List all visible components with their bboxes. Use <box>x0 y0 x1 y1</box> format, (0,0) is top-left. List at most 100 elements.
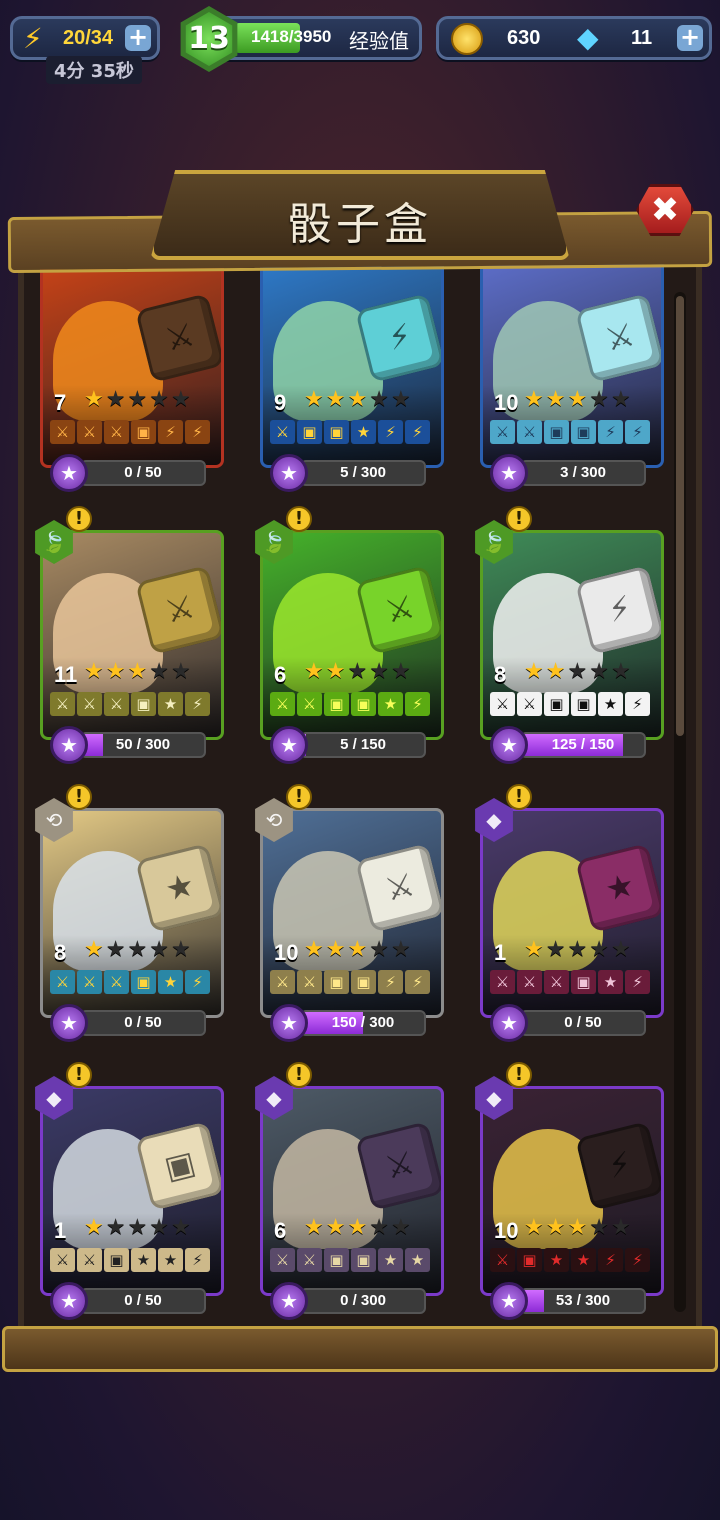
dice-face-icon: ★ <box>598 970 623 994</box>
star-icon: ★ <box>545 937 566 962</box>
card-shard-icon: ★ <box>490 726 528 764</box>
star-icon: ★ <box>149 937 169 962</box>
dice-face-icon: ▣ <box>571 692 596 716</box>
dice-level: 1 <box>54 1218 67 1243</box>
card-progress-text: 125 / 150 <box>551 736 615 753</box>
dice-level: 6 <box>274 662 287 687</box>
dice-face-icon: ⚔ <box>381 1143 419 1187</box>
upgrade-alert-icon: ! <box>506 506 532 532</box>
dice-face-icon: ⚔ <box>490 970 515 994</box>
dice-card[interactable]: ⚔ 6 ★ ★ ★ ★ ★ ⚔ ⚔ ▣ ▣ ★ ★ 0 / 300 ★ ◆! <box>255 1062 444 1326</box>
star-icon: ★ <box>127 387 148 412</box>
dice-face-icon: ▣ <box>544 420 569 444</box>
upgrade-alert-icon: ! <box>286 1062 312 1088</box>
star-icon: ★ <box>589 937 609 962</box>
star-icon: ★ <box>347 937 368 962</box>
dice-faces: ⚔ ⚔ ⚔ ▣ ★ ⚡ <box>490 970 650 994</box>
dice-level: 7 <box>54 390 67 415</box>
dice-card[interactable]: ★ 8 ★ ★ ★ ★ ★ ⚔ ⚔ ⚔ ▣ ★ ⚡ 0 / 50 ★ ⟲! <box>35 784 224 1048</box>
upgrade-alert-icon: ! <box>506 1062 532 1088</box>
star-icon: ★ <box>304 659 324 684</box>
card-progress-text: 0 / 50 <box>124 1014 162 1031</box>
dice-card[interactable]: ⚔ 11 ★ ★ ★ ★ ★ ⚔ ⚔ ⚔ ▣ ★ ⚡ 50 / 300 ★ 🍃! <box>35 506 224 770</box>
dice-card[interactable]: ⚔ 10 ★ ★ ★ ★ ★ ⚔ ⚔ ▣ ▣ ⚡ ⚡ 3 / 300 ★ <box>480 258 664 498</box>
card-shard-icon: ★ <box>270 726 308 764</box>
star-icon: ★ <box>127 937 148 962</box>
dice-face-icon: ⚔ <box>381 865 419 909</box>
dice-face-icon: ⚔ <box>77 420 102 444</box>
dice-face-icon: ⚔ <box>601 315 639 359</box>
dice-face-icon: ★ <box>351 420 376 444</box>
dice-face-icon: ⚡ <box>185 692 210 716</box>
dice-face-icon: ★ <box>161 865 199 909</box>
star-icon: ★ <box>589 659 609 684</box>
dice-face-icon: ▣ <box>324 1248 349 1272</box>
card-progress-text: 0 / 50 <box>564 1014 602 1031</box>
card-progress-bar: 0 / 50 <box>80 460 206 486</box>
star-rating: ★ ★ ★ ★ ★ <box>84 1216 191 1240</box>
star-rating: ★ ★ ★ ★ ★ <box>524 660 631 684</box>
footer-board <box>2 1326 718 1372</box>
star-icon: ★ <box>524 387 544 412</box>
card-progress-bar: 53 / 300 <box>520 1288 646 1314</box>
dice-face-icon: ★ <box>378 1248 403 1272</box>
star-icon: ★ <box>369 937 389 962</box>
dice-face-icon: ⚡ <box>378 970 403 994</box>
dice-card[interactable]: ⚡ 9 ★ ★ ★ ★ ★ ⚔ ▣ ▣ ★ ⚡ ⚡ 5 / 300 ★ <box>260 258 444 498</box>
star-rating: ★ ★ ★ ★ ★ <box>84 388 191 412</box>
star-icon: ★ <box>325 1215 346 1240</box>
card-shard-icon: ★ <box>50 726 88 764</box>
dice-face-icon: ▣ <box>324 692 349 716</box>
dice-face-icon: ★ <box>158 1248 183 1272</box>
star-icon: ★ <box>84 1215 104 1240</box>
dice-card[interactable]: ▣ 1 ★ ★ ★ ★ ★ ⚔ ⚔ ▣ ★ ★ ⚡ 0 / 50 ★ ◆! <box>35 1062 224 1326</box>
card-progress-bar: 0 / 50 <box>520 1010 646 1036</box>
dice-card[interactable]: ⚡ 8 ★ ★ ★ ★ ★ ⚔ ⚔ ▣ ▣ ★ ⚡ 125 / 150 ★ 🍃! <box>475 506 664 770</box>
dice-faces: ⚔ ⚔ ▣ ★ ★ ⚡ <box>50 1248 210 1272</box>
dice-face-icon: ⚔ <box>50 692 75 716</box>
dice-card[interactable]: ★ 1 ★ ★ ★ ★ ★ ⚔ ⚔ ⚔ ▣ ★ ⚡ 0 / 50 ★ ◆! <box>475 784 664 1048</box>
star-icon: ★ <box>545 387 566 412</box>
scrollbar-thumb[interactable] <box>676 296 684 736</box>
dice-face-icon: ⚡ <box>405 970 430 994</box>
dice-face-icon: ⚡ <box>185 420 210 444</box>
dice-level: 10 <box>494 1218 519 1243</box>
dice-face-icon: ⚔ <box>490 692 515 716</box>
star-icon: ★ <box>610 1215 631 1240</box>
dice-faces: ⚔ ▣ ★ ★ ⚡ ⚡ <box>490 1248 650 1272</box>
card-progress-bar: 0 / 50 <box>80 1010 206 1036</box>
dice-faces: ⚔ ⚔ ▣ ▣ ★ ⚡ <box>270 692 430 716</box>
dice-face-icon: ⚔ <box>270 1248 295 1272</box>
dice-level: 6 <box>274 1218 287 1243</box>
dice-level: 10 <box>494 390 519 415</box>
dice-level: 11 <box>54 662 78 687</box>
star-icon: ★ <box>369 387 389 412</box>
star-icon: ★ <box>127 1215 148 1240</box>
card-shard-icon: ★ <box>50 454 88 492</box>
dice-face-icon: ⚔ <box>50 420 75 444</box>
dice-face-icon: ▣ <box>297 420 322 444</box>
dice-level: 8 <box>54 940 67 965</box>
dice-face-icon: ▣ <box>104 1248 129 1272</box>
dice-card[interactable]: ⚔ 7 ★ ★ ★ ★ ★ ⚔ ⚔ ⚔ ▣ ⚡ ⚡ 0 / 50 ★ <box>40 258 224 498</box>
star-rating: ★ ★ ★ ★ ★ <box>84 938 191 962</box>
dice-face-icon: ▣ <box>517 1248 542 1272</box>
dice-card[interactable]: ⚔ 6 ★ ★ ★ ★ ★ ⚔ ⚔ ▣ ▣ ★ ⚡ 5 / 150 ★ 🍃! <box>255 506 444 770</box>
star-icon: ★ <box>610 659 631 684</box>
dice-face-icon: ⚔ <box>77 970 102 994</box>
dice-card[interactable]: ⚡ 10 ★ ★ ★ ★ ★ ⚔ ▣ ★ ★ ⚡ ⚡ 53 / 300 ★ ◆! <box>475 1062 664 1326</box>
dice-card[interactable]: ⚔ 10 ★ ★ ★ ★ ★ ⚔ ⚔ ▣ ▣ ⚡ ⚡ 150 / 300 ★ ⟲! <box>255 784 444 1048</box>
card-shard-icon: ★ <box>490 1004 528 1042</box>
star-icon: ★ <box>545 659 566 684</box>
dice-face-icon: ⚡ <box>625 1248 650 1272</box>
dice-face-icon: ⚡ <box>625 970 650 994</box>
star-rating: ★ ★ ★ ★ ★ <box>304 1216 411 1240</box>
star-icon: ★ <box>304 937 324 962</box>
star-rating: ★ ★ ★ ★ ★ <box>524 1216 631 1240</box>
dice-face-icon: ⚔ <box>50 970 75 994</box>
star-icon: ★ <box>170 1215 191 1240</box>
dice-face-icon: ⚔ <box>161 315 199 359</box>
dice-face-icon: ⚔ <box>104 420 129 444</box>
card-progress-bar: 50 / 300 <box>80 732 206 758</box>
dice-face-icon: ▣ <box>160 1142 200 1188</box>
